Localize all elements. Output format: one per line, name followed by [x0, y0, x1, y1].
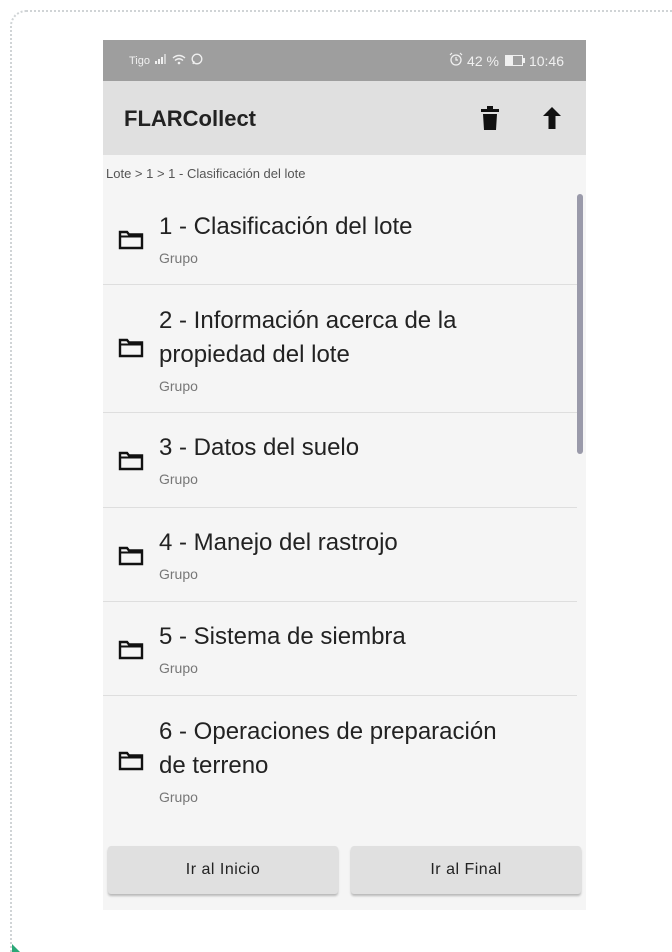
- clock: 10:46: [528, 52, 564, 69]
- folder-icon: [118, 230, 144, 255]
- folder-icon: [118, 338, 144, 363]
- trash-icon: [481, 106, 499, 130]
- list-item[interactable]: 6 - Operaciones de preparación de terren…: [103, 696, 577, 825]
- list-item[interactable]: 4 - Manejo del rastrojo Grupo: [103, 508, 577, 602]
- scrollbar[interactable]: [577, 194, 583, 454]
- app-title: FLARCollect: [124, 106, 256, 131]
- item-title: 4 - Manejo del rastrojo: [159, 529, 398, 556]
- list-item[interactable]: 1 - Clasificación del lote Grupo: [103, 190, 577, 285]
- item-subtitle: Grupo: [159, 378, 198, 394]
- list-item[interactable]: 5 - Sistema de siembra Grupo: [103, 602, 577, 696]
- item-subtitle: Grupo: [159, 566, 198, 582]
- folder-icon: [118, 546, 144, 571]
- bottom-bar: Ir al Inicio Ir al Final: [103, 818, 586, 910]
- upload-icon: [543, 107, 561, 129]
- item-title: 2 - Información acerca de la: [159, 307, 457, 334]
- wifi-icon: [172, 54, 186, 68]
- item-title-line2: propiedad del lote: [159, 341, 350, 368]
- item-title: 3 - Datos del suelo: [159, 434, 360, 461]
- go-to-end-button[interactable]: Ir al Final: [351, 846, 581, 894]
- delete-button[interactable]: [475, 103, 505, 133]
- app-bar: FLARCollect: [103, 81, 586, 155]
- group-list: 1 - Clasificación del lote Grupo 2 - Inf…: [103, 190, 577, 825]
- battery-percent: 42 %: [467, 52, 499, 69]
- battery-icon: [504, 55, 525, 66]
- item-subtitle: Grupo: [159, 250, 198, 266]
- signal-icon: [155, 54, 167, 67]
- item-title: 6 - Operaciones de preparación: [159, 718, 497, 745]
- folder-icon: [118, 751, 144, 776]
- corner-mark: [12, 944, 20, 952]
- go-to-start-button[interactable]: Ir al Inicio: [108, 846, 338, 894]
- item-subtitle: Grupo: [159, 471, 198, 487]
- status-bar: Tigo 42 % 10:46: [103, 40, 586, 81]
- list-item[interactable]: 2 - Información acerca de la propiedad d…: [103, 285, 577, 413]
- upload-button[interactable]: [537, 103, 567, 133]
- phone-screen: Tigo 42 % 10:46 FLARCollect Lote > 1 > 1…: [103, 40, 586, 910]
- item-title: 1 - Clasificación del lote: [159, 213, 413, 240]
- folder-icon: [118, 451, 144, 476]
- item-title-line2: de terreno: [159, 752, 269, 779]
- item-subtitle: Grupo: [159, 660, 198, 676]
- whatsapp-icon: [191, 53, 203, 68]
- carrier-label: Tigo: [129, 54, 150, 67]
- alarm-icon: [449, 52, 463, 69]
- breadcrumb: Lote > 1 > 1 - Clasificación del lote: [106, 166, 306, 181]
- item-title: 5 - Sistema de siembra: [159, 623, 406, 650]
- list-item[interactable]: 3 - Datos del suelo Grupo: [103, 413, 577, 508]
- item-subtitle: Grupo: [159, 789, 198, 805]
- folder-icon: [118, 640, 144, 665]
